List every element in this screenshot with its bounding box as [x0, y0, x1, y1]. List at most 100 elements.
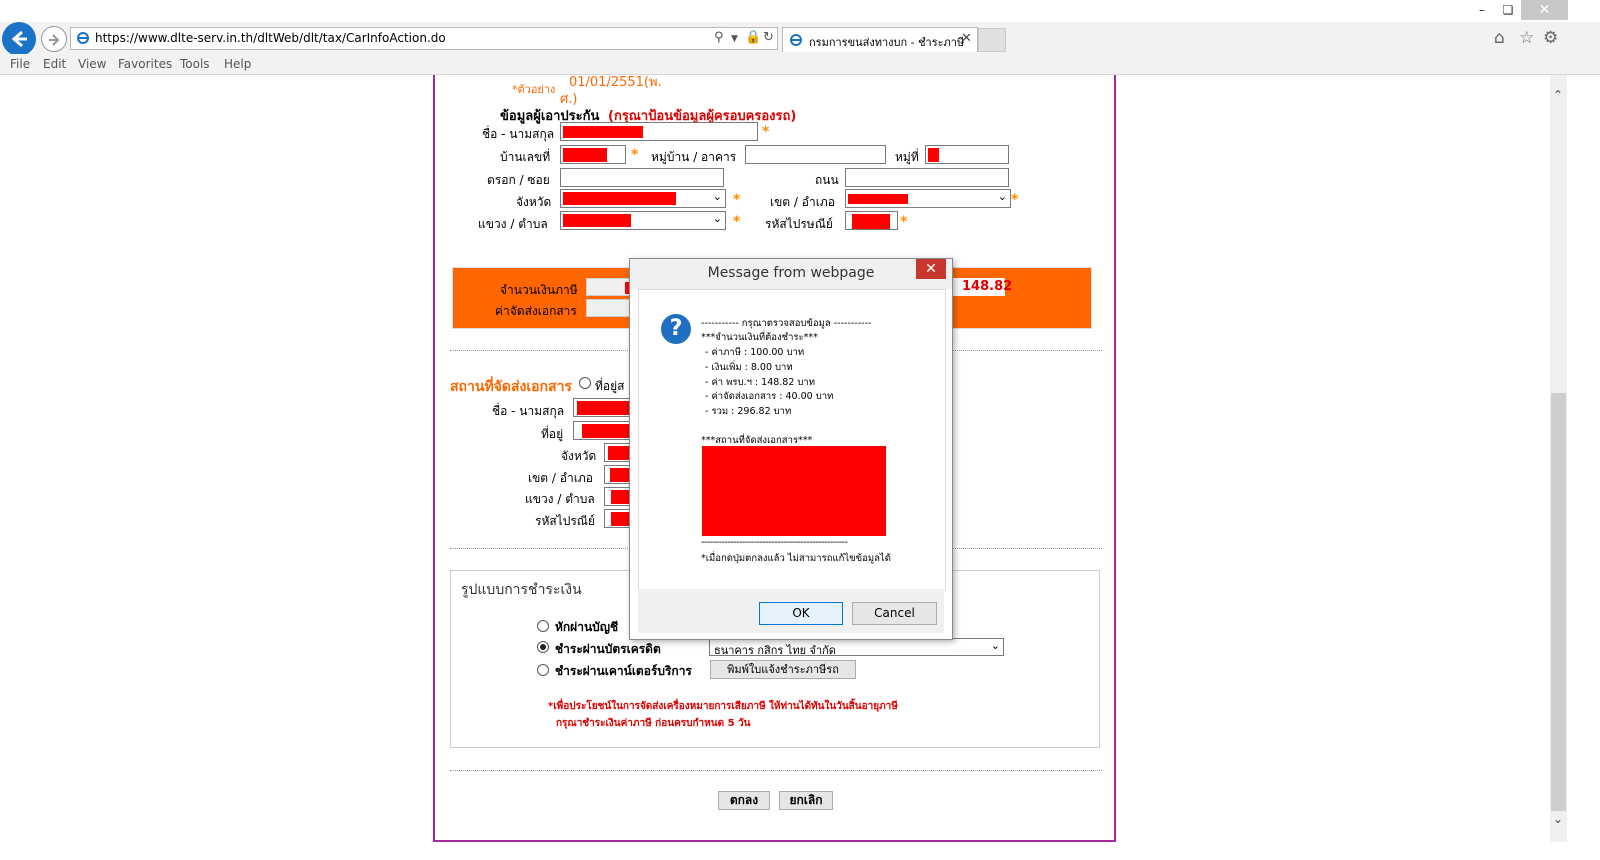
dialog-footer-line: ----------------------------------------…	[701, 537, 848, 548]
menu-edit[interactable]: Edit	[43, 57, 66, 71]
chevron-down-icon: ⌄	[712, 212, 722, 225]
payment-option-counter-label: ชำระผ่านเคาน์เตอร์บริการ	[555, 664, 692, 678]
dialog-line-delivery: - ค่าจัดส่งเอกสาร : 40.00 บาท	[705, 391, 834, 402]
message-dialog: Message from webpage ✕ ? ----------- กรุ…	[629, 258, 953, 640]
scroll-up-icon[interactable]: ⌃	[1553, 88, 1563, 102]
window-close-icon[interactable]: ✕	[1521, 0, 1568, 20]
redaction	[577, 401, 630, 415]
redaction	[928, 148, 939, 162]
delivery-postcode-input[interactable]	[604, 509, 632, 528]
house-no-input[interactable]	[560, 145, 626, 164]
required-star: *	[733, 192, 741, 208]
alley-label: ตรอก / ซอย	[487, 173, 550, 187]
menu-file[interactable]: File	[10, 57, 30, 71]
tax-amount-label: จำนวนเงินภาษี	[500, 283, 578, 297]
postcode-label: รหัสไปรษณีย์	[765, 217, 833, 231]
redacted-address	[702, 446, 886, 536]
required-star: *	[1011, 192, 1019, 208]
minimize-icon[interactable]: –	[1468, 0, 1496, 20]
postcode-input[interactable]	[845, 211, 898, 230]
divider	[450, 770, 1102, 771]
settings-gear-icon[interactable]: ⚙	[1543, 28, 1558, 48]
lock-icon[interactable]: 🔒	[745, 30, 761, 45]
refresh-icon[interactable]: ↻	[763, 30, 774, 45]
redaction	[582, 424, 632, 438]
bank-select-value: ธนาคาร กสิกร ไทย จำกัด	[714, 644, 836, 657]
tab-title: กรมการขนส่งทางบก - ชำระภาษี	[809, 36, 965, 49]
dialog-header: ----------- กรุณาตรวจสอบข้อมูล ---------…	[701, 318, 872, 329]
tab-active[interactable]: กรมการขนส่งทางบก - ชำระภาษี ✕	[782, 27, 978, 52]
moo-input[interactable]	[925, 145, 1009, 164]
submit-button[interactable]: ตกลง	[718, 791, 770, 810]
village-input[interactable]	[745, 145, 886, 164]
scroll-down-icon[interactable]: ⌄	[1553, 812, 1563, 826]
dialog-title: Message from webpage	[707, 265, 875, 281]
payment-option-credit-label: ชำระผ่านบัตรเครดิต	[555, 642, 661, 656]
menu-tools[interactable]: Tools	[180, 57, 210, 71]
subdistrict-select[interactable]: ⌄	[560, 211, 726, 230]
payment-option-debit-radio[interactable]	[537, 620, 549, 632]
delivery-name-label: ชื่อ - นามสกุล	[492, 404, 565, 418]
scroll-thumb[interactable]	[1551, 393, 1566, 811]
redaction	[563, 192, 676, 205]
forward-arrow-icon	[49, 34, 60, 46]
radio-dot	[540, 644, 546, 650]
payment-note-2: กรุณาชำระเงินค่าภาษี ก่อนครบกำหนด 5 วัน	[556, 718, 751, 729]
dialog-close-icon[interactable]: ✕	[916, 259, 946, 279]
back-button[interactable]	[2, 22, 36, 56]
payment-option-credit-radio[interactable]	[537, 641, 549, 653]
dialog-line-prb: - ค่า พรบ.ฯ : 148.82 บาท	[705, 377, 816, 388]
menu-view[interactable]: View	[78, 57, 106, 71]
payment-option-debit-label: หักผ่านบัญชี	[555, 620, 619, 634]
cancel-button[interactable]: ยกเลิก	[779, 791, 833, 810]
restore-icon[interactable]: ❏	[1494, 0, 1522, 20]
payment-option-counter-radio[interactable]	[537, 664, 549, 676]
delivery-address-input[interactable]	[573, 421, 632, 440]
road-input[interactable]	[845, 168, 1009, 187]
delivery-district-label: เขต / อำเภอ	[528, 471, 593, 485]
dropdown-icon[interactable]: ▼	[731, 34, 738, 44]
village-label: หมู่บ้าน / อาคาร	[651, 150, 737, 164]
dialog-line-surcharge: - เงินเพิ่ม : 8.00 บาท	[705, 362, 793, 373]
name-input[interactable]	[560, 122, 758, 141]
province-select[interactable]: ⌄	[560, 189, 726, 208]
bank-select[interactable]: ธนาคาร กสิกร ไทย จำกัด ⌄	[709, 638, 1004, 657]
house-no-label: บ้านเลขที่	[500, 150, 551, 164]
dialog-ok-button[interactable]: OK	[759, 602, 843, 625]
redaction	[563, 126, 643, 138]
tab-close-icon[interactable]: ✕	[961, 31, 972, 46]
delivery-fee-label: ค่าจัดส่งเอกสาร	[495, 304, 577, 318]
favorites-star-icon[interactable]: ☆	[1519, 28, 1534, 48]
url-text: https://www.dlte-serv.in.th/dltWeb/dlt/t…	[95, 31, 446, 45]
delivery-name-input[interactable]	[573, 398, 631, 417]
home-icon[interactable]: ⌂	[1494, 28, 1505, 48]
menu-help[interactable]: Help	[224, 57, 251, 71]
delivery-district-input[interactable]	[604, 465, 632, 484]
delivery-address-label: ที่อยู่	[541, 427, 564, 441]
menu-favorites[interactable]: Favorites	[118, 57, 172, 71]
address-bar[interactable]: https://www.dlte-serv.in.th/dltWeb/dlt/t…	[70, 27, 778, 50]
delivery-fee-field	[586, 299, 630, 317]
dialog-line-tax: - ค่าภาษี : 100.00 บาท	[705, 347, 805, 358]
district-select[interactable]: ⌄	[845, 189, 1011, 208]
required-star: *	[762, 124, 770, 140]
delivery-subdistrict-input[interactable]	[604, 487, 632, 506]
payment-note-1: *เพื่อประโยชน์ในการจัดส่งเครื่องหมายการเ…	[548, 701, 898, 712]
dialog-cancel-button[interactable]: Cancel	[852, 602, 937, 625]
alley-input[interactable]	[560, 168, 724, 187]
required-star: *	[900, 214, 908, 230]
new-tab-button[interactable]	[978, 28, 1006, 52]
delivery-radio[interactable]	[579, 377, 591, 389]
search-icon[interactable]: ⚲	[714, 30, 724, 45]
print-invoice-button[interactable]: พิมพ์ใบแจ้งชำระภาษีรถ	[710, 660, 856, 679]
name-label: ชื่อ - นามสกุล	[482, 127, 555, 141]
chevron-down-icon: ⌄	[712, 190, 722, 203]
moo-label: หมู่ที่	[895, 150, 919, 164]
question-icon: ?	[661, 314, 691, 344]
delivery-postcode-label: รหัสไปรณีย์	[535, 514, 595, 528]
dialog-warning: *เมื่อกดปุ่มตกลงแล้ว ไม่สามารถแก้ไขข้อมู…	[701, 553, 891, 564]
delivery-province-input[interactable]	[604, 443, 632, 462]
required-star: *	[631, 147, 639, 163]
forward-button[interactable]	[41, 26, 67, 52]
dialog-line-total: - รวม : 296.82 บาท	[705, 406, 792, 417]
